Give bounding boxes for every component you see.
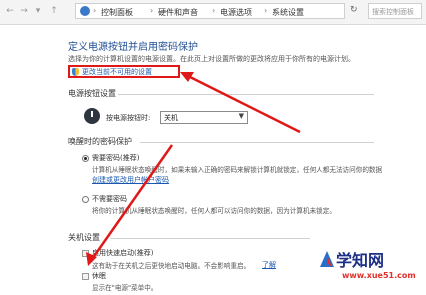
forward-arrow-icon[interactable]: → xyxy=(18,5,30,17)
fast-startup-checkbox[interactable] xyxy=(82,250,89,257)
divider xyxy=(140,142,374,143)
require-password-description: 计算机从睡眠状态唤醒时，如果未输入正确的密码来解锁计算机就锁定，任何人都无法访问… xyxy=(92,166,383,174)
change-unavailable-settings-link[interactable]: 更改当前不可用的设置 xyxy=(68,65,180,78)
back-arrow-icon[interactable]: ← xyxy=(4,5,16,17)
control-panel-icon xyxy=(80,6,90,16)
chevron-right-icon: › xyxy=(264,6,268,15)
create-change-password-link[interactable]: 创建或更改用户帐户密码 xyxy=(92,175,169,185)
no-password-description: 将你的计算机从睡眠状态唤醒时，任何人都可以访问你的数据，因为计算机未锁定。 xyxy=(92,207,336,215)
learn-more-link[interactable]: 了解 xyxy=(262,260,276,270)
recent-dropdown-icon[interactable]: ▾ xyxy=(32,5,44,17)
require-password-radio[interactable] xyxy=(82,155,89,162)
up-arrow-icon[interactable]: ↑ xyxy=(48,5,60,17)
power-button-label: 按电源按钮时: xyxy=(106,114,151,122)
no-password-radio[interactable] xyxy=(82,196,89,203)
fast-startup-description: 这有助于在关机之后更快地启动电脑。不会影响重启。 xyxy=(92,262,251,270)
breadcrumb-system-settings[interactable]: 系统设置 xyxy=(272,7,304,18)
page-description: 选择为你的计算机设置的电源设置。在此页上对设置所做的更改将应用于你所有的电源计划… xyxy=(68,55,355,63)
power-icon xyxy=(84,108,100,124)
power-button-action-select[interactable]: 关机 ▼ xyxy=(160,111,248,124)
no-password-label[interactable]: 不需要密码 xyxy=(92,194,127,204)
refresh-icon[interactable]: ↻ xyxy=(350,5,358,15)
breadcrumb-hardware-sound[interactable]: 硬件和声音 xyxy=(158,7,198,18)
power-button-action-value: 关机 xyxy=(164,114,178,122)
password-section-heading: 唤醒时的密码保护 xyxy=(68,137,132,146)
breadcrumb-power-options[interactable]: 电源选项 xyxy=(220,7,252,18)
chevron-right-icon: › xyxy=(150,6,154,15)
change-unavailable-settings-text[interactable]: 更改当前不可用的设置 xyxy=(82,67,152,77)
address-field[interactable]: › 控制面板 › 硬件和声音 › 电源选项 › 系统设置 xyxy=(75,3,345,19)
hibernate-label[interactable]: 休眠 xyxy=(92,271,106,281)
watermark-brand: 学知网 xyxy=(336,251,385,270)
divider xyxy=(110,238,310,239)
watermark-logo-icon xyxy=(320,251,334,267)
hibernate-description: 显示在"电源"菜单中。 xyxy=(92,284,158,292)
hibernate-checkbox[interactable] xyxy=(82,273,89,280)
search-input[interactable]: 搜索控制面板 xyxy=(368,3,422,19)
fast-startup-label[interactable]: 启用快速启动(推荐) xyxy=(92,248,153,258)
chevron-right-icon: › xyxy=(93,6,97,15)
breadcrumb-control-panel[interactable]: 控制面板 xyxy=(101,7,133,18)
watermark-url: www.xue51.com xyxy=(342,271,416,280)
chevron-right-icon: › xyxy=(212,6,216,15)
power-button-section-heading: 电源按钮设置 xyxy=(68,89,116,98)
address-bar: ← → ▾ ↑ › 控制面板 › 硬件和声音 › 电源选项 › 系统设置 ↻ 搜… xyxy=(0,0,426,25)
chevron-down-icon: ▼ xyxy=(238,112,244,120)
uac-shield-icon xyxy=(72,68,79,76)
divider xyxy=(118,94,374,95)
require-password-label[interactable]: 需要密码(推荐) xyxy=(92,153,139,163)
page-title: 定义电源按钮并启用密码保护 xyxy=(68,42,198,53)
shutdown-section-heading: 关机设置 xyxy=(68,233,100,242)
